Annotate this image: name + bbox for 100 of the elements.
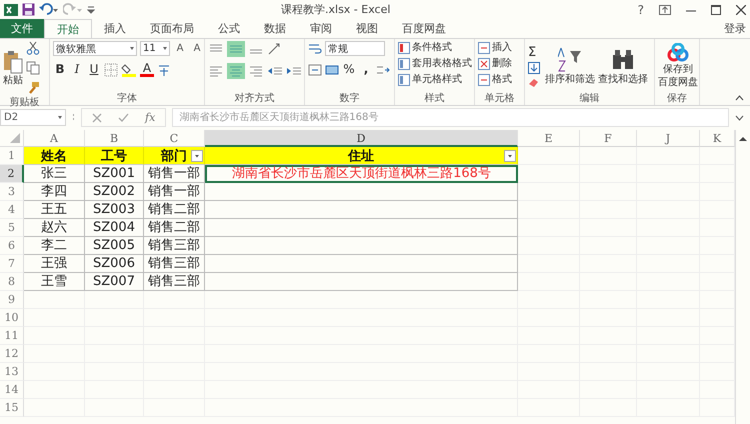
- empty-cell[interactable]: [700, 327, 735, 345]
- merge-cells-icon[interactable]: [308, 62, 322, 76]
- name-box[interactable]: D2: [0, 109, 66, 126]
- empty-cell[interactable]: [24, 363, 85, 381]
- row-header[interactable]: 15: [0, 399, 24, 417]
- empty-cell[interactable]: [24, 345, 85, 363]
- header-cell[interactable]: 姓名: [24, 147, 85, 165]
- font-name-dropdown[interactable]: 微软雅黑: [53, 41, 137, 56]
- empty-cell[interactable]: [700, 309, 735, 327]
- empty-cell[interactable]: [518, 219, 580, 237]
- align-center-icon[interactable]: [227, 63, 245, 79]
- empty-cell[interactable]: [24, 327, 85, 345]
- empty-cell[interactable]: [700, 183, 735, 201]
- styles-menu-button[interactable]: 套用表格格式: [398, 57, 472, 71]
- column-header[interactable]: K: [700, 130, 735, 147]
- border-icon[interactable]: [104, 62, 118, 76]
- comma-button[interactable]: ,: [359, 62, 373, 77]
- cells-menu-button[interactable]: 插入: [478, 41, 512, 55]
- ribbon-display-icon[interactable]: [659, 4, 671, 14]
- empty-cell[interactable]: [700, 381, 735, 399]
- table-cell[interactable]: SZ006: [85, 255, 144, 273]
- number-format-dropdown[interactable]: 常规: [325, 41, 385, 56]
- active-cell[interactable]: 湖南省长沙市岳麓区天顶街道枫林三路168号: [205, 165, 518, 183]
- table-cell[interactable]: 销售二部: [144, 219, 205, 237]
- empty-cell[interactable]: [700, 345, 735, 363]
- close-icon[interactable]: [736, 4, 746, 14]
- table-cell[interactable]: SZ003: [85, 201, 144, 219]
- wrap-text-icon[interactable]: [308, 42, 322, 56]
- row-header[interactable]: 6: [0, 237, 24, 255]
- table-cell[interactable]: SZ005: [85, 237, 144, 255]
- empty-cell[interactable]: [700, 219, 735, 237]
- empty-cell[interactable]: [637, 147, 700, 165]
- bold-button[interactable]: B: [53, 62, 67, 77]
- table-cell[interactable]: 王强: [24, 255, 85, 273]
- ribbon-tab[interactable]: 视图: [344, 19, 390, 38]
- empty-cell[interactable]: [700, 237, 735, 255]
- cells-menu-button[interactable]: 格式: [478, 73, 512, 87]
- autosum-button[interactable]: Σ: [528, 44, 542, 60]
- empty-cell[interactable]: [24, 381, 85, 399]
- styles-menu-button[interactable]: 条件格式: [398, 41, 452, 55]
- enter-icon[interactable]: [118, 112, 129, 122]
- align-middle-icon[interactable]: [227, 41, 245, 57]
- ribbon-tab[interactable]: 审阅: [298, 19, 344, 38]
- column-header[interactable]: D: [205, 130, 518, 147]
- ribbon-tab[interactable]: 页面布局: [138, 19, 206, 38]
- column-header[interactable]: J: [637, 130, 700, 147]
- ribbon-tab[interactable]: 文件: [0, 19, 44, 38]
- table-cell[interactable]: 销售三部: [144, 255, 205, 273]
- empty-cell[interactable]: [580, 147, 637, 165]
- table-cell[interactable]: 王雪: [24, 273, 85, 291]
- grow-font-button[interactable]: A: [173, 41, 187, 56]
- empty-cell[interactable]: [518, 165, 580, 183]
- empty-cell[interactable]: [700, 147, 735, 165]
- empty-cell[interactable]: [700, 201, 735, 219]
- table-cell[interactable]: [205, 219, 518, 237]
- empty-cell[interactable]: [24, 399, 85, 417]
- vertical-scrollbar[interactable]: [735, 130, 750, 424]
- currency-icon[interactable]: [325, 62, 339, 76]
- row-header[interactable]: 9: [0, 291, 24, 309]
- customize-caret-icon[interactable]: [87, 6, 95, 14]
- table-cell[interactable]: [205, 273, 518, 291]
- table-cell[interactable]: 赵六: [24, 219, 85, 237]
- column-header[interactable]: F: [580, 130, 637, 147]
- row-header[interactable]: 2: [0, 165, 24, 183]
- align-left-icon[interactable]: [208, 64, 224, 78]
- cells-menu-button[interactable]: 删除: [478, 57, 512, 71]
- table-cell[interactable]: [205, 255, 518, 273]
- table-cell[interactable]: 销售一部: [144, 183, 205, 201]
- maximize-icon[interactable]: [711, 4, 721, 14]
- empty-cell[interactable]: [24, 291, 85, 309]
- table-cell[interactable]: SZ001: [85, 165, 144, 183]
- select-all-icon[interactable]: [10, 133, 20, 143]
- ribbon-tab[interactable]: 插入: [92, 19, 138, 38]
- table-cell[interactable]: 王五: [24, 201, 85, 219]
- sort-filter-button[interactable]: 排序和筛选: [545, 46, 595, 86]
- empty-cell[interactable]: [205, 291, 518, 309]
- empty-cell[interactable]: [518, 183, 580, 201]
- fill-icon[interactable]: [528, 62, 540, 74]
- row-header[interactable]: 7: [0, 255, 24, 273]
- row-header[interactable]: 11: [0, 327, 24, 345]
- format-painter-icon[interactable]: [26, 81, 40, 95]
- save-icon[interactable]: [22, 3, 35, 16]
- row-header[interactable]: 14: [0, 381, 24, 399]
- row-header[interactable]: 3: [0, 183, 24, 201]
- table-cell[interactable]: 销售三部: [144, 273, 205, 291]
- row-header[interactable]: 5: [0, 219, 24, 237]
- header-cell[interactable]: 住址: [205, 147, 518, 165]
- empty-cell[interactable]: [700, 399, 735, 417]
- table-cell[interactable]: 销售二部: [144, 201, 205, 219]
- row-header[interactable]: 10: [0, 309, 24, 327]
- empty-cell[interactable]: [518, 273, 580, 291]
- table-cell[interactable]: SZ004: [85, 219, 144, 237]
- empty-cell[interactable]: [518, 237, 580, 255]
- paste-button[interactable]: 粘贴: [3, 50, 23, 86]
- row-header[interactable]: 8: [0, 273, 24, 291]
- underline-button[interactable]: U: [87, 62, 101, 77]
- ribbon-tab[interactable]: 百度网盘: [390, 19, 458, 38]
- empty-cell[interactable]: [700, 291, 735, 309]
- table-cell[interactable]: [205, 237, 518, 255]
- table-cell[interactable]: [205, 183, 518, 201]
